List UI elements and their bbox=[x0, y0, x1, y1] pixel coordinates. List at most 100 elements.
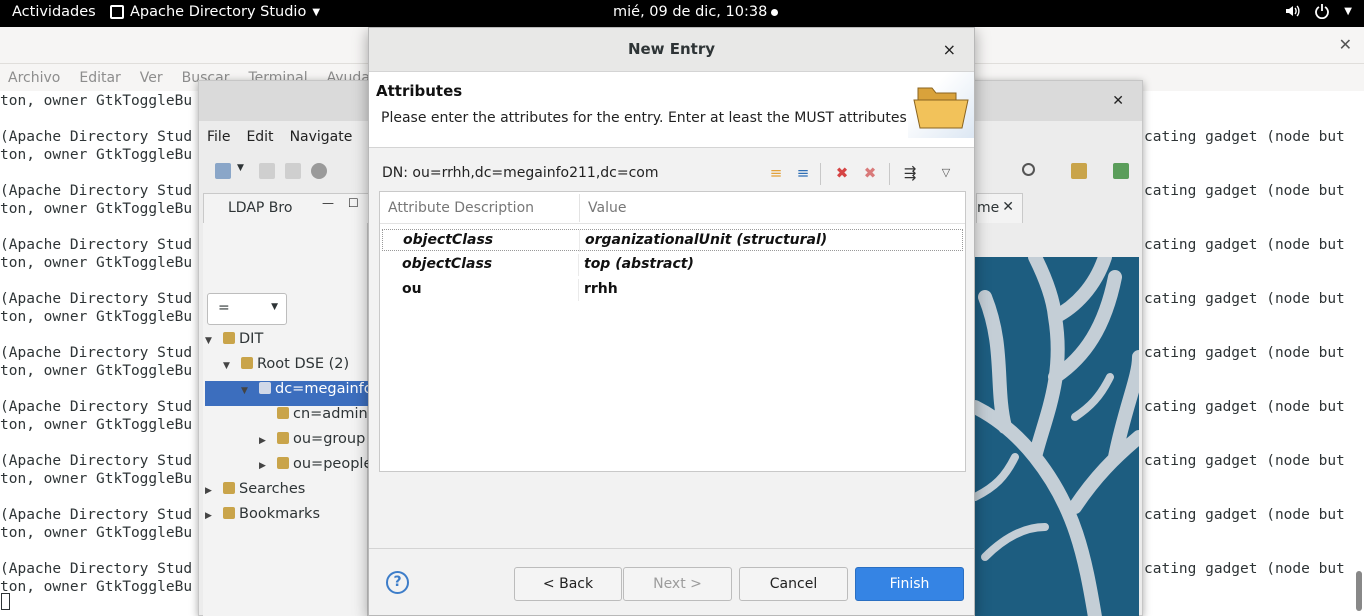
menu-item[interactable]: Editar bbox=[79, 70, 120, 86]
finish-button[interactable]: Finish bbox=[855, 567, 964, 601]
help-icon[interactable]: ? bbox=[386, 571, 409, 594]
search-icon[interactable] bbox=[1022, 163, 1035, 176]
tree-item[interactable]: ▼ Root DSE (2) bbox=[223, 356, 349, 381]
page-description: Please enter the attributes for the entr… bbox=[381, 110, 912, 126]
terminal-line: cating gadget (node but bbox=[1144, 399, 1345, 415]
menu-item[interactable]: Archivo bbox=[8, 70, 60, 86]
tree-item-label: ou=group ( bbox=[293, 431, 376, 447]
toolbar-separator bbox=[820, 163, 821, 185]
terminal-line: ton, owner GtkToggleBu bbox=[0, 147, 193, 163]
chevron-down-icon[interactable]: ▼ bbox=[241, 386, 253, 396]
new-icon[interactable] bbox=[215, 163, 231, 179]
menu-item[interactable]: Edit bbox=[246, 129, 273, 145]
column-separator bbox=[579, 230, 580, 252]
tree-item[interactable]: ▼ dc=megainfo2 bbox=[205, 381, 382, 406]
toolbar-separator bbox=[889, 163, 890, 185]
terminal-cursor bbox=[1, 593, 10, 610]
chevron-down-icon[interactable]: ▼ bbox=[223, 361, 235, 371]
back-button[interactable]: < Back bbox=[514, 567, 622, 601]
system-menu[interactable]: ▼ bbox=[1284, 3, 1352, 19]
terminal-line: cating gadget (node but bbox=[1144, 507, 1345, 523]
tab-label: LDAP Bro bbox=[228, 200, 293, 216]
chevron-right-icon[interactable]: ▶ bbox=[205, 486, 217, 496]
system-menu-caret-icon: ▼ bbox=[1344, 5, 1352, 17]
tree-node-icon bbox=[223, 332, 235, 344]
terminal-line: ton, owner GtkToggleBu bbox=[0, 255, 193, 271]
app-name: Apache Directory Studio bbox=[130, 4, 307, 20]
tree-item[interactable]: ▶ Bookmarks bbox=[205, 506, 320, 531]
activities-button[interactable]: Actividades bbox=[12, 4, 96, 20]
attribute-cell: objectClass bbox=[403, 232, 494, 248]
terminal-line: cating gadget (node but bbox=[1144, 291, 1345, 307]
terminal-line: (Apache Directory Stud bbox=[0, 399, 193, 415]
menu-item[interactable]: Ver bbox=[140, 70, 163, 86]
terminal-scrollbar[interactable] bbox=[1356, 571, 1362, 611]
open-perspective-icon[interactable] bbox=[1071, 163, 1087, 179]
tree-item-label: Searches bbox=[239, 481, 306, 497]
cancel-button[interactable]: Cancel bbox=[739, 567, 848, 601]
table-row[interactable]: objectClass organizationalUnit (structura… bbox=[382, 229, 963, 252]
tab-welcome[interactable]: me ✕ bbox=[976, 193, 1023, 223]
chevron-right-icon[interactable]: ▶ bbox=[259, 436, 271, 446]
close-icon[interactable]: ✕ bbox=[1339, 35, 1352, 54]
column-separator[interactable] bbox=[579, 194, 580, 222]
delete-icon[interactable]: ✖ bbox=[831, 161, 853, 185]
value-cell[interactable]: top (abstract) bbox=[584, 256, 694, 272]
new-value-icon[interactable]: ≡ bbox=[792, 161, 814, 185]
attributes-table[interactable]: Attribute Description Value objectClass o… bbox=[379, 191, 966, 472]
delete-all-icon[interactable]: ✖ bbox=[859, 161, 881, 185]
menu-item[interactable]: File bbox=[207, 129, 230, 145]
view-menu-icon[interactable]: ▽ bbox=[935, 161, 957, 185]
gear-icon[interactable] bbox=[311, 163, 327, 179]
app-icon bbox=[110, 5, 124, 19]
clock[interactable]: mié, 09 de dic, 10:38 bbox=[613, 4, 779, 20]
app-menu[interactable]: Apache Directory Studio ▼ bbox=[110, 4, 320, 20]
tree-item-label: DIT bbox=[239, 331, 264, 347]
tree-node-icon bbox=[223, 507, 235, 519]
filter-select[interactable]: = ▼ bbox=[207, 293, 287, 325]
new-attribute-icon[interactable]: ≡ bbox=[765, 161, 787, 185]
close-icon[interactable]: ✕ bbox=[1002, 199, 1014, 215]
tree-item[interactable]: ▶ Searches bbox=[205, 481, 305, 506]
table-row[interactable]: objectClass top (abstract) bbox=[382, 254, 963, 276]
tree-item[interactable]: ▼ DIT bbox=[205, 331, 263, 356]
terminal-line: (Apache Directory Stud bbox=[0, 129, 193, 145]
chevron-down-icon[interactable]: ▼ bbox=[205, 336, 217, 346]
column-header-attribute[interactable]: Attribute Description bbox=[388, 200, 534, 216]
tree-item-label: Bookmarks bbox=[239, 506, 321, 522]
print-icon[interactable] bbox=[285, 163, 301, 179]
expand-all-icon[interactable]: ⇶ bbox=[899, 161, 921, 185]
chevron-down-icon[interactable]: ▼ bbox=[237, 163, 253, 179]
minimize-icon[interactable]: — bbox=[322, 196, 334, 210]
menu-item[interactable]: Navigate bbox=[290, 129, 353, 145]
tree-item-label: dc=megainfo2 bbox=[275, 381, 382, 397]
close-icon[interactable]: ✕ bbox=[1112, 93, 1124, 109]
value-cell[interactable]: organizationalUnit (structural) bbox=[585, 232, 827, 248]
chevron-right-icon[interactable]: ▶ bbox=[205, 511, 217, 521]
chevron-right-icon[interactable]: ▶ bbox=[259, 461, 271, 471]
maximize-icon[interactable]: ☐ bbox=[348, 196, 359, 210]
column-header-value[interactable]: Value bbox=[588, 200, 626, 216]
next-button[interactable]: Next > bbox=[623, 567, 732, 601]
wizard-banner: Attributes Please enter the attributes f… bbox=[369, 72, 974, 148]
dialog-title: New Entry bbox=[627, 40, 716, 58]
terminal-line: (Apache Directory Stud bbox=[0, 453, 193, 469]
close-icon[interactable]: × bbox=[943, 40, 956, 59]
ldap-perspective-icon[interactable] bbox=[1113, 163, 1129, 179]
terminal-line: (Apache Directory Stud bbox=[0, 507, 193, 523]
terminal-line: (Apache Directory Stud bbox=[0, 291, 193, 307]
tree-node-icon bbox=[277, 407, 289, 419]
tree-item[interactable]: ▶ ou=people bbox=[259, 456, 372, 481]
save-icon[interactable] bbox=[259, 163, 275, 179]
terminal-line: cating gadget (node but bbox=[1144, 237, 1345, 253]
terminal-line: (Apache Directory Stud bbox=[0, 183, 193, 199]
tree-item[interactable]: ▶ ou=group ( bbox=[259, 431, 376, 456]
value-cell[interactable]: rrhh bbox=[584, 281, 618, 297]
terminal-line: ton, owner GtkToggleBu bbox=[0, 363, 193, 379]
tree-node-icon bbox=[223, 482, 235, 494]
tree-item[interactable]: cn=admin bbox=[259, 406, 368, 431]
table-row[interactable]: ou rrhh bbox=[382, 279, 963, 301]
